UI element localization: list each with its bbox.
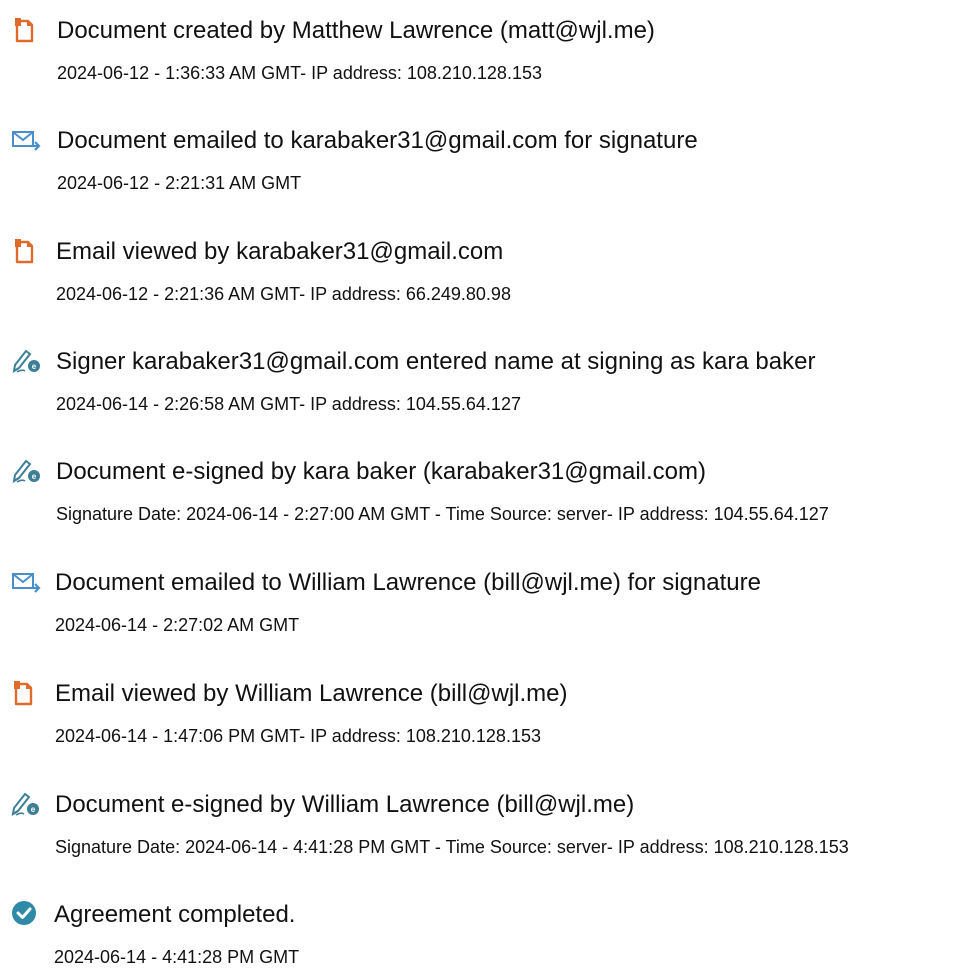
svg-text:e: e (31, 805, 36, 814)
event-detail: 2024-06-12 - 1:36:33 AM GMT- IP address:… (57, 63, 542, 83)
event-title: Signer karabaker31@gmail.com entered nam… (56, 348, 816, 375)
document-icon (11, 679, 41, 707)
audit-event: Email viewed by William Lawrence (bill@w… (0, 667, 961, 747)
event-detail: 2024-06-14 - 2:27:02 AM GMT (55, 615, 300, 635)
event-title: Document created by Matthew Lawrence (ma… (57, 17, 655, 44)
event-detail: 2024-06-12 - 2:21:31 AM GMT (57, 173, 302, 193)
event-title: Email viewed by William Lawrence (bill@w… (55, 680, 568, 707)
e-sign-pen-icon: e (10, 790, 40, 818)
event-title: Document e-signed by kara baker (karabak… (56, 458, 706, 485)
event-detail: 2024-06-14 - 4:41:28 PM GMT (54, 947, 300, 967)
audit-event: Agreement completed. 2024-06-14 - 4:41:2… (0, 888, 961, 968)
event-title: Document e-signed by William Lawrence (b… (55, 791, 635, 818)
event-detail: 2024-06-12 - 2:21:36 AM GMT- IP address:… (56, 284, 511, 304)
event-title: Email viewed by karabaker31@gmail.com (56, 238, 504, 265)
event-detail: 2024-06-14 - 2:26:58 AM GMT- IP address:… (56, 394, 521, 414)
audit-event: e Document e-signed by William Lawrence … (0, 778, 961, 858)
audit-event: Document emailed to William Lawrence (bi… (0, 556, 961, 636)
checkmark-circle-icon (10, 900, 40, 928)
event-detail: Signature Date: 2024-06-14 - 2:27:00 AM … (56, 504, 829, 524)
event-title: Agreement completed. (54, 901, 296, 928)
e-sign-pen-icon: e (11, 457, 41, 485)
document-icon (12, 237, 42, 265)
audit-event: e Signer karabaker31@gmail.com entered n… (0, 335, 961, 415)
audit-event: Email viewed by karabaker31@gmail.com 20… (0, 225, 961, 305)
audit-event: Document created by Matthew Lawrence (ma… (0, 4, 961, 84)
e-sign-pen-icon: e (11, 347, 41, 375)
document-icon (12, 16, 42, 44)
event-detail: Signature Date: 2024-06-14 - 4:41:28 PM … (55, 837, 849, 857)
event-detail: 2024-06-14 - 1:47:06 PM GMT- IP address:… (55, 726, 541, 746)
svg-text:e: e (32, 362, 37, 371)
audit-event: Document emailed to karabaker31@gmail.co… (0, 114, 961, 194)
audit-event: e Document e-signed by kara baker (karab… (0, 445, 961, 525)
svg-text:e: e (32, 472, 37, 481)
email-send-icon (11, 568, 41, 596)
event-title: Document emailed to karabaker31@gmail.co… (57, 127, 698, 154)
email-send-icon (11, 126, 41, 154)
event-title: Document emailed to William Lawrence (bi… (55, 569, 761, 596)
